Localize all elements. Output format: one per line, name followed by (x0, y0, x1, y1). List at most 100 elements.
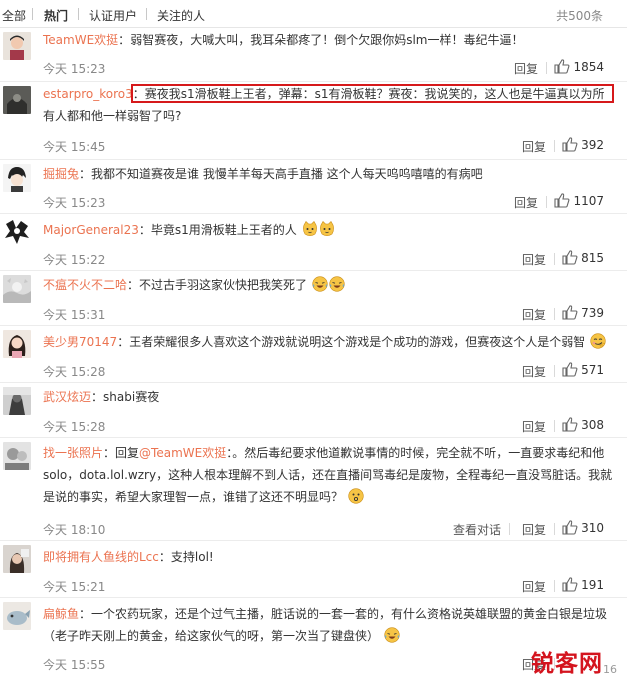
reply-button[interactable]: 回复 (522, 306, 546, 323)
like-button[interactable]: 191 (562, 577, 604, 592)
comment-username[interactable]: 美少男70147 (43, 335, 117, 349)
tab-verified-users[interactable]: 认证用户 (89, 7, 137, 24)
reply-button[interactable]: 回复 (522, 251, 546, 268)
like-count: 1854 (573, 59, 604, 74)
comment-content: 弱智赛夜，大喊大叫，我耳朵都疼了！倒个欠跟你妈slm一样！毒纪牛逼！ (130, 33, 524, 47)
thumbs-up-icon (562, 417, 578, 432)
thumbs-up-icon (562, 137, 578, 152)
thumbs-up-icon (554, 59, 570, 74)
tab-divider (32, 8, 33, 20)
comment-timestamp: 今天 15:21 (43, 580, 106, 594)
comment-timestamp: 今天 15:28 (43, 420, 106, 434)
comment-username[interactable]: 找一张照片 (43, 446, 103, 460)
like-button[interactable]: 739 (562, 305, 604, 320)
like-button[interactable]: 310 (562, 520, 604, 535)
reply-button[interactable]: 回复 (522, 363, 546, 380)
avatar-icon[interactable] (3, 86, 31, 114)
thumbs-up-icon (554, 193, 570, 208)
reply-button[interactable]: 回复 (522, 578, 546, 595)
comment-filter-tabs: 全部 热门 认证用户 关注的人 共500条 (0, 0, 627, 28)
comment-item: estarpro_koro3：赛夜我s1滑板鞋上王者，弹幕：s1有滑板鞋？赛夜：… (0, 82, 627, 160)
comment-item: TeamWE欢挺：弱智赛夜，大喊大叫，我耳朵都疼了！倒个欠跟你妈slm一样！毒纪… (0, 28, 627, 82)
thumbs-up-icon (562, 305, 578, 320)
like-button[interactable]: 815 (562, 250, 604, 265)
comment-username[interactable]: 武汉炫迈 (43, 390, 91, 404)
avatar-icon[interactable] (3, 602, 31, 630)
comment-content: 王者荣耀很多人喜欢这个游戏就说明这个游戏是个成功的游戏，但赛夜这个人是个弱智 (129, 335, 586, 349)
avatar-icon[interactable] (3, 545, 31, 573)
comment-content: 我都不知道赛夜是谁 我慢羊羊每天高手直播 这个人每天呜呜嘻嘻的有病吧 (91, 167, 483, 181)
like-count: 392 (581, 137, 604, 152)
reply-button[interactable]: 回复 (514, 60, 538, 77)
like-button[interactable]: 571 (562, 362, 604, 377)
comment-timestamp: 今天 15:28 (43, 365, 106, 379)
thumbs-up-icon (562, 577, 578, 592)
avatar-icon[interactable] (3, 218, 31, 246)
action-divider (554, 580, 555, 592)
avatar-icon[interactable] (3, 275, 31, 303)
reply-mention-link[interactable]: @TeamWE欢挺 (139, 446, 226, 460)
thumbs-up-icon (562, 520, 578, 535)
thumbs-up-icon (562, 250, 578, 265)
action-divider (554, 308, 555, 320)
view-conversation-button[interactable]: 查看对话 (453, 521, 501, 538)
comment-content: 不过古手羽这家伙快把我笑死了 (139, 278, 308, 292)
comment-timestamp: 今天 15:22 (43, 253, 106, 267)
reply-button[interactable]: 回复 (522, 138, 546, 155)
like-button[interactable]: 392 (562, 137, 604, 152)
comment-content: shabi赛夜 (103, 390, 160, 404)
cat-face-emoji (319, 221, 334, 237)
comment-content: 毕竟s1用滑板鞋上王者的人 (150, 223, 297, 237)
laughing-tears-emoji (329, 276, 345, 292)
comment-timestamp: 今天 18:10 (43, 523, 106, 537)
comment-content: 一个农药玩家，还是个过气主播，脏话说的一套一套的，有什么资格说英雄联盟的黄金白银… (43, 607, 608, 643)
thinking-face-emoji (348, 488, 364, 504)
like-button[interactable]: 1854 (554, 59, 604, 74)
comment-username[interactable]: MajorGeneral23 (43, 223, 139, 237)
comment-item: 美少男70147：王者荣耀很多人喜欢这个游戏就说明这个游戏是个成功的游戏，但赛夜… (0, 326, 627, 383)
comment-item: 掘掘兔：我都不知道赛夜是谁 我慢羊羊每天高手直播 这个人每天呜呜嘻嘻的有病吧 今… (0, 160, 627, 214)
comment-timestamp: 今天 15:23 (43, 62, 106, 76)
tab-following[interactable]: 关注的人 (157, 7, 205, 24)
comment-content: 支持lol! (170, 550, 214, 564)
avatar-icon[interactable] (3, 164, 31, 192)
comment-username[interactable]: 即将拥有人鱼线的Lcc (43, 550, 159, 564)
like-button[interactable]: 308 (562, 417, 604, 432)
laughing-tears-emoji (312, 276, 328, 292)
tab-divider (146, 8, 147, 20)
avatar-icon[interactable] (3, 330, 31, 358)
comment-username[interactable]: 扁鲸鱼 (43, 607, 79, 621)
watermark-count: 16 (603, 663, 617, 676)
comment-timestamp: 今天 15:45 (43, 140, 106, 154)
action-divider (554, 365, 555, 377)
comment-username[interactable]: TeamWE欢挺 (43, 33, 118, 47)
like-count: 1107 (573, 193, 604, 208)
avatar-icon[interactable] (3, 387, 31, 415)
action-divider (546, 62, 547, 74)
comment-timestamp: 今天 15:55 (43, 658, 106, 672)
action-divider (509, 523, 510, 535)
comment-username[interactable]: 不瘟不火不二哈 (43, 278, 127, 292)
avatar-icon[interactable] (3, 32, 31, 60)
action-divider (554, 253, 555, 265)
reply-button[interactable]: 回复 (514, 194, 538, 211)
action-divider (554, 523, 555, 535)
comment-item: 不瘟不火不二哈：不过古手羽这家伙快把我笑死了 今天 15:31 回复 739 (0, 271, 627, 326)
laughing-tears-emoji (384, 627, 400, 643)
thumbs-up-icon (562, 362, 578, 377)
tab-hot[interactable]: 热门 (44, 7, 68, 24)
comment-timestamp: 今天 15:31 (43, 308, 106, 322)
tab-all[interactable]: 全部 (2, 7, 26, 24)
like-count: 815 (581, 250, 604, 265)
comment-username[interactable]: 掘掘兔 (43, 167, 79, 181)
comment-username[interactable]: estarpro_koro3 (43, 87, 133, 101)
smirk-emoji (590, 333, 606, 349)
like-button[interactable]: 1107 (554, 193, 604, 208)
reply-button[interactable]: 回复 (522, 418, 546, 435)
comment-item: 即将拥有人鱼线的Lcc：支持lol! 今天 15:21 回复 191 (0, 541, 627, 598)
comment-total-count: 共500条 (556, 9, 603, 23)
like-count: 191 (581, 577, 604, 592)
comment-item: MajorGeneral23：毕竟s1用滑板鞋上王者的人 今天 15:22 回复… (0, 214, 627, 271)
avatar-icon[interactable] (3, 442, 31, 470)
reply-button[interactable]: 回复 (522, 521, 546, 538)
